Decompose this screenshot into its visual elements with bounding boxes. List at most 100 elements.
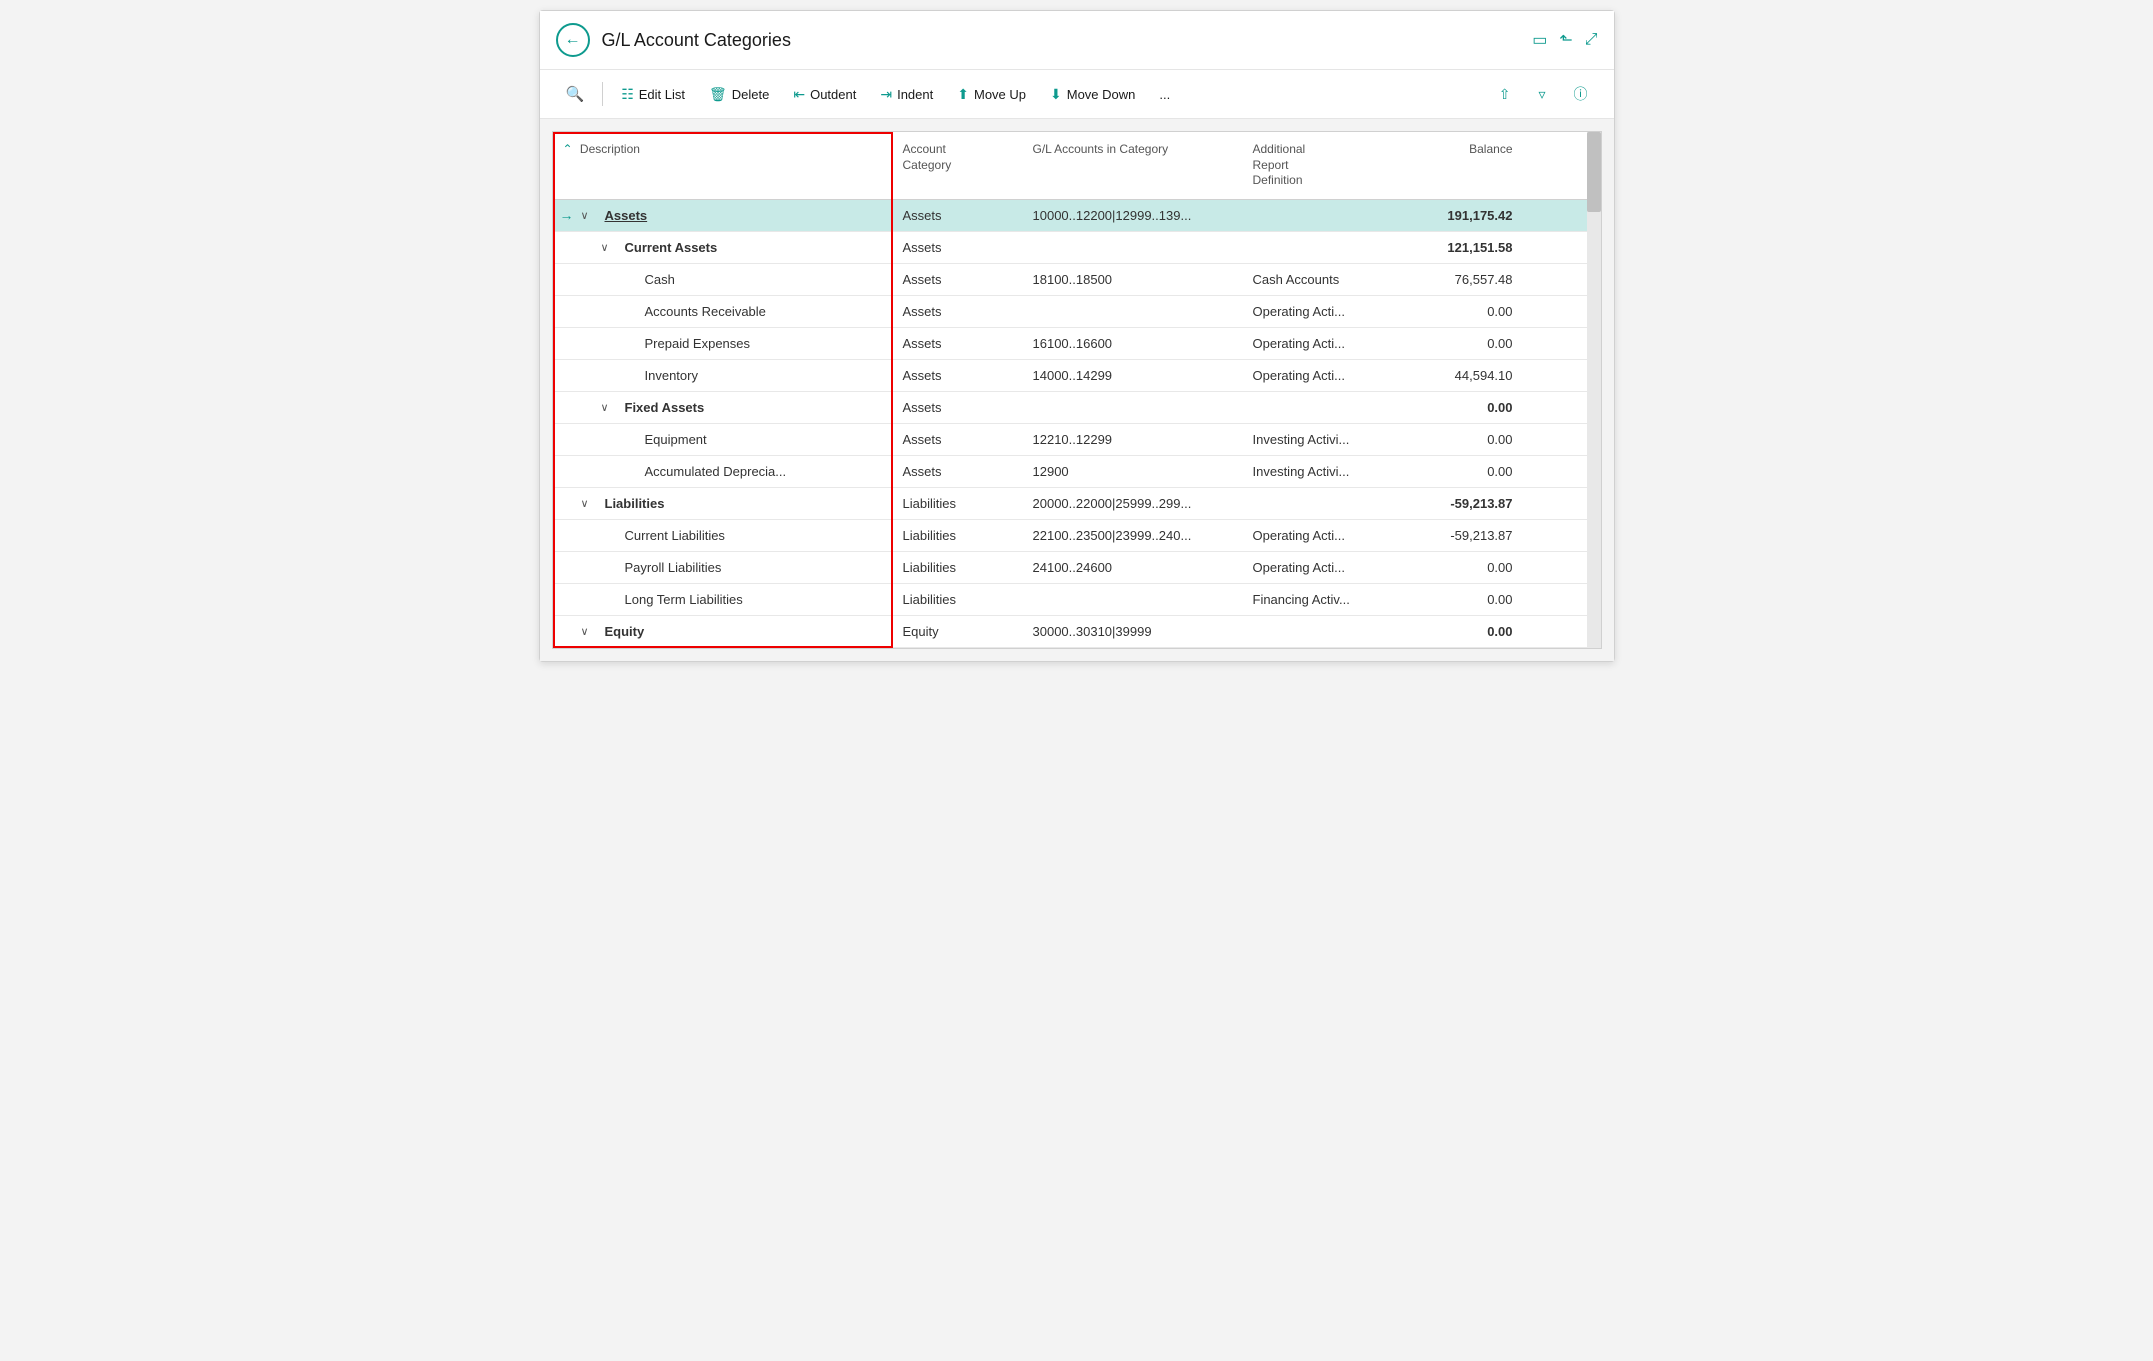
desc-cell: Inventory (553, 360, 893, 391)
account-category-cell: Assets (893, 456, 1023, 487)
add-report-cell (1243, 239, 1403, 255)
table-container: ⌃ Description AccountCategory G/L Accoun… (552, 131, 1602, 649)
scroll-col (1523, 527, 1547, 543)
chevron-icon[interactable]: ∨ (581, 625, 597, 638)
scroll-col (1523, 207, 1547, 223)
scroll-col (1523, 431, 1547, 447)
scrollbar-thumb[interactable] (1587, 132, 1601, 212)
chevron-icon[interactable]: ∨ (581, 209, 597, 222)
search-icon: 🔍 (566, 85, 585, 103)
move-up-button[interactable]: ⬆ Move Up (947, 80, 1036, 109)
table-row[interactable]: Accumulated Deprecia...Assets12900Invest… (553, 456, 1601, 488)
description-text: Current Assets (621, 232, 722, 263)
balance-cell: -59,213.87 (1403, 520, 1523, 551)
scroll-area: ⌃ Description AccountCategory G/L Accoun… (553, 132, 1601, 648)
table-row[interactable]: Accounts ReceivableAssetsOperating Acti.… (553, 296, 1601, 328)
add-report-cell: Investing Activi... (1243, 456, 1403, 487)
add-report-cell: Operating Acti... (1243, 328, 1403, 359)
add-report-cell: Operating Acti... (1243, 552, 1403, 583)
table-row[interactable]: →∨AssetsAssets10000..12200|12999..139...… (553, 200, 1601, 232)
move-down-label: Move Down (1067, 87, 1136, 102)
toolbar-separator-1 (602, 82, 603, 106)
table-header: ⌃ Description AccountCategory G/L Accoun… (553, 132, 1601, 200)
gl-accounts-cell: 16100..16600 (1023, 328, 1243, 359)
description-text: Equipment (641, 424, 711, 455)
col-header-add-report: AdditionalReportDefinition (1243, 138, 1403, 193)
bookmark-icon[interactable]: ▭ (1532, 30, 1547, 50)
edit-list-button[interactable]: ☷ Edit List (611, 80, 695, 109)
main-window: ← G/L Account Categories ▭ ⬑ ⤢ 🔍 ☷ Edit … (539, 10, 1615, 662)
delete-button[interactable]: 🗑 Delete (699, 80, 779, 109)
scroll-col (1523, 335, 1547, 351)
balance-cell: 0.00 (1403, 456, 1523, 487)
toolbar-right: ⇧ ▿ ⓘ (1489, 78, 1598, 110)
scrollbar-track[interactable] (1587, 132, 1601, 648)
scroll-col (1523, 399, 1547, 415)
expand-icon[interactable]: ⤢ (1585, 31, 1598, 49)
table-row[interactable]: InventoryAssets14000..14299Operating Act… (553, 360, 1601, 392)
delete-label: Delete (732, 87, 770, 102)
gl-accounts-cell (1023, 399, 1243, 415)
add-report-cell: Operating Acti... (1243, 296, 1403, 327)
desc-cell: ∨ Fixed Assets (553, 392, 893, 423)
desc-cell: Payroll Liabilities (553, 552, 893, 583)
account-category-cell: Liabilities (893, 488, 1023, 519)
scroll-col (1523, 495, 1547, 511)
description-text: Liabilities (601, 488, 669, 519)
sort-icon: ⌃ (563, 142, 573, 156)
add-report-cell (1243, 399, 1403, 415)
desc-cell: ∨ Liabilities (553, 488, 893, 519)
gl-accounts-cell (1023, 303, 1243, 319)
col-header-scroll (1523, 138, 1547, 193)
chevron-icon[interactable]: ∨ (601, 241, 617, 254)
table-row[interactable]: Long Term LiabilitiesLiabilitiesFinancin… (553, 584, 1601, 616)
table-row[interactable]: Current LiabilitiesLiabilities22100..235… (553, 520, 1601, 552)
gl-accounts-cell: 12210..12299 (1023, 424, 1243, 455)
desc-cell: Long Term Liabilities (553, 584, 893, 615)
outdent-button[interactable]: ⇤ Outdent (783, 80, 866, 109)
chevron-icon[interactable]: ∨ (581, 497, 597, 510)
add-report-cell (1243, 623, 1403, 639)
share-button[interactable]: ⇧ (1489, 80, 1521, 109)
table-row[interactable]: ∨LiabilitiesLiabilities20000..22000|2599… (553, 488, 1601, 520)
col-header-description: ⌃ Description (553, 138, 893, 193)
scroll-col (1523, 239, 1547, 255)
table-row[interactable]: CashAssets18100..18500Cash Accounts76,55… (553, 264, 1601, 296)
balance-cell: 0.00 (1403, 328, 1523, 359)
account-category-cell: Assets (893, 232, 1023, 263)
row-indicator: → (553, 207, 581, 223)
scroll-col (1523, 367, 1547, 383)
back-button[interactable]: ← (556, 23, 590, 57)
table-row[interactable]: EquipmentAssets12210..12299Investing Act… (553, 424, 1601, 456)
scroll-col (1523, 271, 1547, 287)
description-text: Fixed Assets (621, 392, 709, 423)
desc-cell: Cash (553, 264, 893, 295)
add-report-cell: Investing Activi... (1243, 424, 1403, 455)
balance-cell: 44,594.10 (1403, 360, 1523, 391)
open-external-icon[interactable]: ⬑ (1559, 30, 1572, 50)
search-button[interactable]: 🔍 (556, 79, 595, 109)
add-report-cell: Operating Acti... (1243, 520, 1403, 551)
description-text: Long Term Liabilities (621, 584, 747, 615)
move-down-button[interactable]: ⬇ Move Down (1040, 80, 1145, 109)
indent-button[interactable]: ⇥ Indent (870, 80, 943, 109)
table-row[interactable]: ∨Current AssetsAssets121,151.58 (553, 232, 1601, 264)
table-row[interactable]: Payroll LiabilitiesLiabilities24100..246… (553, 552, 1601, 584)
more-button[interactable]: ... (1149, 81, 1180, 108)
edit-list-icon: ☷ (621, 86, 634, 103)
chevron-icon[interactable]: ∨ (601, 401, 617, 414)
outdent-label: Outdent (810, 87, 856, 102)
edit-list-label: Edit List (639, 87, 685, 102)
scroll-col (1523, 591, 1547, 607)
filter-button[interactable]: ▿ (1528, 80, 1555, 109)
description-text: Current Liabilities (621, 520, 729, 551)
scroll-col (1523, 559, 1547, 575)
desc-cell: →∨Assets (553, 200, 893, 231)
table-row[interactable]: ∨Fixed AssetsAssets0.00 (553, 392, 1601, 424)
table-row[interactable]: ∨EquityEquity30000..30310|399990.00 (553, 616, 1601, 648)
info-button[interactable]: ⓘ (1564, 78, 1598, 110)
account-category-cell: Assets (893, 296, 1023, 327)
title-bar: ← G/L Account Categories ▭ ⬑ ⤢ (540, 11, 1614, 70)
balance-cell: 0.00 (1403, 424, 1523, 455)
table-row[interactable]: Prepaid ExpensesAssets16100..16600Operat… (553, 328, 1601, 360)
